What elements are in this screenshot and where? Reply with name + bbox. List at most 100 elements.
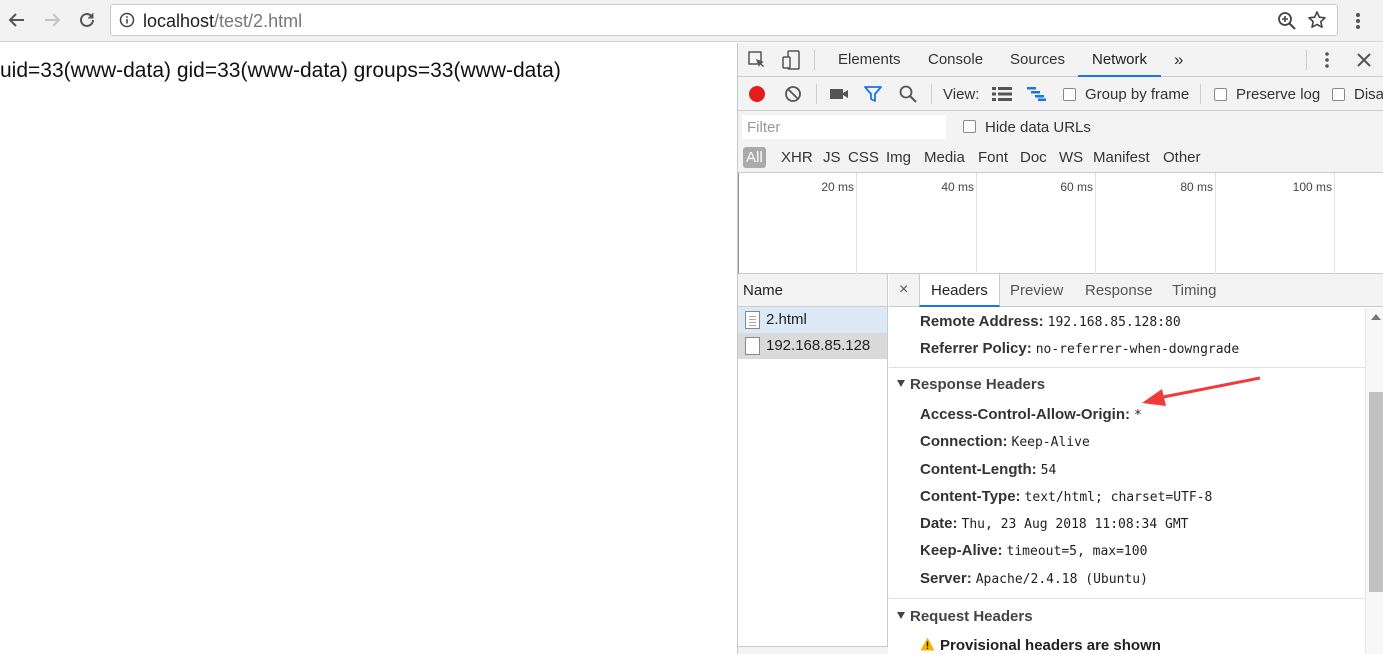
devtools-menu-icon[interactable] (1324, 51, 1330, 69)
tab-preview[interactable]: Preview (1010, 274, 1063, 307)
close-detail-icon[interactable]: × (899, 281, 908, 299)
request-headers-section: Request Headers Provisional headers are … (889, 598, 1365, 654)
filter-type-font[interactable]: Font (978, 149, 1008, 166)
filter-type-media[interactable]: Media (924, 149, 965, 166)
tab-timing[interactable]: Timing (1172, 274, 1216, 307)
response-header-row: Access-Control-Allow-Origin: * (920, 406, 1142, 423)
kebab-menu-icon (1356, 13, 1360, 29)
tabbar-separator (814, 50, 815, 70)
filter-input[interactable]: Filter (742, 115, 946, 139)
tab-console[interactable]: Console (928, 43, 983, 77)
hide-data-urls-label: Hide data URLs (985, 119, 1091, 136)
response-header-row: Content-Type: text/html; charset=UTF-8 (920, 488, 1212, 505)
tab-elements[interactable]: Elements (838, 43, 901, 77)
header-key: Referrer Policy: (920, 340, 1032, 357)
filter-type-doc[interactable]: Doc (1020, 149, 1047, 166)
tab-network[interactable]: Network (1078, 43, 1162, 77)
detail-scrollbar[interactable] (1365, 308, 1383, 654)
name-column-header[interactable]: Name (738, 274, 887, 307)
overview-gridline (1095, 173, 1096, 274)
overview-gridline (976, 173, 977, 274)
tab-headers[interactable]: Headers (919, 274, 1000, 307)
scroll-thumb[interactable] (1369, 392, 1383, 592)
network-filter-bar: Filter Hide data URLs All XHR JS CSS Img… (738, 111, 1383, 173)
tabbar-separator (1306, 50, 1307, 70)
section-title-text: Response Headers (910, 376, 1046, 393)
overview-tick-label: 100 ms (1292, 180, 1332, 194)
close-devtools-icon[interactable] (1356, 52, 1372, 68)
record-icon[interactable] (748, 85, 766, 103)
device-toolbar-icon[interactable] (782, 50, 802, 70)
overview-tick-label: 60 ms (1060, 180, 1093, 194)
request-name: 192.168.85.128 (766, 337, 871, 354)
clear-icon[interactable] (784, 85, 802, 103)
info-icon[interactable] (119, 12, 135, 33)
overview-tick-label: 80 ms (1180, 180, 1213, 194)
browser-menu-button[interactable] (1346, 7, 1370, 35)
header-key: Remote Address: (920, 313, 1044, 330)
forward-button[interactable] (38, 6, 66, 34)
screenshot-camera-icon[interactable] (829, 86, 849, 102)
filter-type-other[interactable]: Other (1163, 149, 1201, 166)
filter-type-manifest[interactable]: Manifest (1093, 149, 1150, 166)
filter-type-all[interactable]: All (743, 147, 766, 168)
browser-toolbar: localhost/test/2.html (0, 0, 1383, 42)
search-icon[interactable] (899, 85, 917, 103)
tab-response[interactable]: Response (1085, 274, 1153, 307)
address-bar[interactable]: localhost/test/2.html (110, 4, 1338, 36)
network-overview[interactable]: 20 ms 40 ms 60 ms 80 ms 100 ms (738, 173, 1383, 274)
network-lower-split: Name 2.html 192.168.85.128 × Headers Pre… (738, 274, 1383, 654)
overview-gridline (1215, 173, 1216, 274)
detail-tabbar: × Headers Preview Response Timing (889, 274, 1383, 307)
response-header-row: Date: Thu, 23 Aug 2018 11:08:34 GMT (920, 515, 1189, 532)
network-toolbar: View: Group by frame Preserve log Disa (738, 77, 1383, 111)
header-value: 54 (1040, 463, 1057, 478)
filter-type-img[interactable]: Img (886, 149, 911, 166)
filter-funnel-icon[interactable] (864, 85, 882, 103)
bookmark-star-icon[interactable] (1307, 10, 1327, 35)
response-headers-toggle[interactable]: Response Headers (897, 376, 1045, 393)
devtools-panel: Elements Console Sources Network » View:… (737, 43, 1383, 654)
header-value: timeout=5, max=100 (1006, 544, 1148, 559)
scroll-up-arrow-icon[interactable] (1371, 314, 1381, 320)
large-rows-icon[interactable] (992, 87, 1012, 101)
expand-triangle-icon (897, 612, 905, 619)
header-value: Thu, 23 Aug 2018 11:08:34 GMT (961, 517, 1189, 532)
preserve-log-checkbox[interactable] (1214, 88, 1227, 101)
tab-sources[interactable]: Sources (1010, 43, 1065, 77)
overview-tick-label: 40 ms (941, 180, 974, 194)
request-row[interactable]: 192.168.85.128 (738, 333, 887, 359)
filter-type-xhr[interactable]: XHR (781, 149, 813, 166)
provisional-warning-text: Provisional headers are shown (940, 637, 1161, 654)
zoom-icon[interactable] (1277, 11, 1297, 36)
back-arrow-icon (8, 13, 24, 27)
devtools-tabbar: Elements Console Sources Network » (738, 43, 1383, 77)
group-by-frame-checkbox[interactable] (1063, 88, 1076, 101)
request-name-column: Name 2.html 192.168.85.128 (738, 274, 888, 654)
more-tabs-button[interactable]: » (1174, 43, 1183, 77)
request-row[interactable]: 2.html (738, 307, 887, 333)
reload-button[interactable] (73, 6, 101, 34)
general-header-row: Remote Address: 192.168.85.128:80 (920, 313, 1181, 330)
header-value: no-referrer-when-downgrade (1035, 342, 1240, 357)
url-host: localhost (143, 11, 215, 31)
disable-cache-label: Disa (1354, 86, 1383, 103)
back-button[interactable] (3, 6, 31, 34)
disable-cache-checkbox[interactable] (1332, 88, 1345, 101)
url-text[interactable]: localhost/test/2.html (143, 11, 302, 32)
inspect-element-icon[interactable] (748, 51, 766, 69)
filter-type-css[interactable]: CSS (848, 149, 879, 166)
filter-type-ws[interactable]: WS (1059, 149, 1083, 166)
filter-type-js[interactable]: JS (823, 149, 841, 166)
header-value: Keep-Alive (1011, 435, 1090, 450)
header-key: Keep-Alive: (920, 542, 1003, 559)
page-content: uid=33(www-data) gid=33(www-data) groups… (0, 43, 737, 654)
response-header-row: Keep-Alive: timeout=5, max=100 (920, 542, 1147, 559)
request-headers-toggle[interactable]: Request Headers (897, 608, 1033, 625)
name-column-footer (738, 646, 888, 654)
waterfall-overview-icon[interactable] (1027, 87, 1047, 101)
hide-data-urls-checkbox[interactable] (963, 120, 976, 133)
header-key: Date: (920, 515, 958, 532)
toolbar-separator (931, 84, 932, 104)
response-header-row: Connection: Keep-Alive (920, 433, 1090, 450)
